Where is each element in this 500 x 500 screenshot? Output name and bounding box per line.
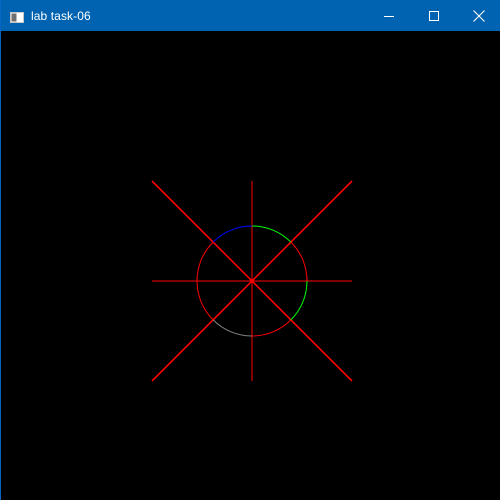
app-window: lab task-06 [0, 0, 500, 500]
circle-octant-arc [196, 241, 214, 282]
minimize-button[interactable] [366, 0, 411, 31]
circle-octant-arc [251, 319, 292, 337]
circle-octant-arc [290, 280, 308, 321]
circle-octant-arc [290, 241, 308, 282]
maximize-button[interactable] [411, 0, 456, 31]
minimize-icon [383, 15, 394, 17]
app-window-icon[interactable] [10, 10, 24, 23]
drawing-canvas[interactable] [1, 31, 500, 500]
close-icon [472, 9, 485, 22]
circle-octant-arc [251, 225, 292, 243]
circle-octant-arc [212, 319, 253, 337]
circle-octant-arc [196, 280, 214, 321]
window-controls [366, 0, 500, 31]
drawing-surface [151, 180, 353, 382]
circle-octant-arc [212, 225, 253, 243]
title-bar[interactable]: lab task-06 [1, 0, 500, 31]
close-button[interactable] [456, 0, 500, 31]
maximize-icon [428, 10, 439, 21]
window-title: lab task-06 [31, 8, 91, 23]
